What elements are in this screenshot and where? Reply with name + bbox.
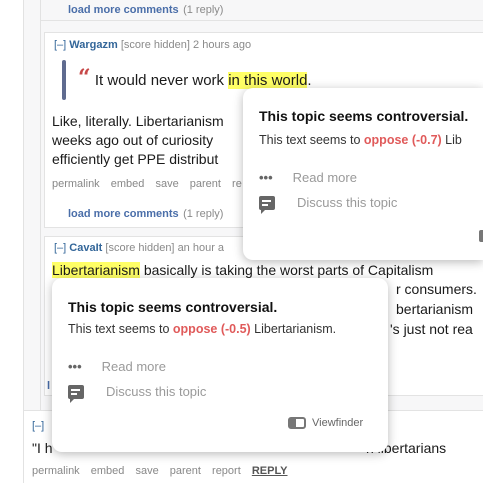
score-label: [score hidden] bbox=[105, 242, 175, 254]
timestamp: 2 hours ago bbox=[193, 39, 252, 51]
popup-title: This topic seems controversial. bbox=[68, 299, 278, 315]
permalink-link[interactable]: permalink bbox=[32, 465, 80, 477]
comment-body-line-1: Libertarianism basically is taking the w… bbox=[52, 261, 433, 279]
author-link[interactable]: Wargazm bbox=[69, 39, 118, 51]
quote-bar bbox=[62, 60, 66, 100]
embed-link[interactable]: embed bbox=[111, 178, 145, 190]
desc-after: Lib bbox=[441, 133, 462, 147]
comment-header-cavait: [–] CavaIt [score hidden] an hour a bbox=[54, 242, 224, 254]
comment-actions-wargazm: permalink embed save parent re bbox=[52, 178, 250, 190]
comment-actions-bottom: permalink embed save parent report REPLY bbox=[32, 465, 296, 477]
reply-button[interactable]: REPLY bbox=[252, 465, 288, 477]
comment-body-start: "I h bbox=[32, 440, 53, 456]
chat-icon bbox=[259, 195, 275, 214]
quote-mark-icon: “ bbox=[78, 65, 91, 91]
popup-description: This text seems to oppose (-0.7) Lib bbox=[259, 133, 462, 147]
desc-before: This text seems to bbox=[259, 133, 364, 147]
collapse-toggle[interactable]: [–] bbox=[54, 39, 66, 51]
viewfinder-toggle[interactable]: Viewfinder bbox=[288, 417, 363, 429]
discuss-row[interactable]: Discuss this topic bbox=[259, 195, 397, 214]
chat-icon bbox=[68, 384, 84, 403]
discuss-link[interactable]: Discuss this topic bbox=[106, 384, 206, 399]
quote-text-before: It would never work bbox=[94, 72, 229, 89]
author-link[interactable]: CavaIt bbox=[69, 242, 102, 254]
stray-link-fragment[interactable]: l bbox=[47, 380, 50, 392]
comment-header-wargazm: [–] Wargazm [score hidden] 2 hours ago bbox=[54, 39, 251, 51]
more-dots-icon: ••• bbox=[259, 170, 273, 185]
blockquote: “ It would never work in this world. bbox=[78, 67, 312, 90]
save-link[interactable]: save bbox=[135, 465, 158, 477]
read-more-link[interactable]: Read more bbox=[293, 170, 357, 185]
controversy-popup-right: This topic seems controversial. This tex… bbox=[243, 88, 483, 260]
comment-body-fragment-4: 's just not rea bbox=[390, 321, 473, 337]
comment-body-line-3: efficiently get PPE distribut bbox=[52, 151, 219, 167]
load-more-top[interactable]: load more comments (1 reply) bbox=[68, 0, 223, 18]
parent-link[interactable]: parent bbox=[190, 178, 221, 190]
divider bbox=[41, 20, 483, 21]
comment-body-fragment-3: bertarianism bbox=[396, 301, 474, 317]
report-link[interactable]: re bbox=[232, 178, 242, 190]
discuss-row[interactable]: Discuss this topic bbox=[68, 384, 206, 403]
read-more-link[interactable]: Read more bbox=[102, 359, 166, 374]
save-link[interactable]: save bbox=[155, 178, 178, 190]
score-label: [score hidden] bbox=[120, 39, 190, 51]
viewfinder-label[interactable]: Viewfinder bbox=[312, 417, 363, 429]
desc-after: Libertarianism. bbox=[250, 322, 337, 336]
discuss-link[interactable]: Discuss this topic bbox=[297, 195, 397, 210]
load-more-count: (1 reply) bbox=[183, 4, 224, 16]
permalink-link[interactable]: permalink bbox=[52, 178, 100, 190]
controversy-popup-left: This topic seems controversial. This tex… bbox=[52, 278, 388, 452]
more-dots-icon: ••• bbox=[68, 359, 82, 374]
load-more-wargazm[interactable]: load more comments (1 reply) bbox=[68, 204, 223, 222]
highlighted-topic[interactable]: Libertarianism bbox=[52, 262, 140, 278]
parent-link[interactable]: parent bbox=[170, 465, 201, 477]
oppose-score: oppose (-0.5) bbox=[172, 322, 251, 336]
comment-body-line-1: Like, literally. Libertarianism bbox=[52, 113, 224, 129]
toggle-label[interactable]: [–] bbox=[32, 420, 44, 432]
comment-body-line-2: weeks ago out of curiosity bbox=[52, 132, 214, 148]
load-more-link[interactable]: load more comments bbox=[68, 208, 179, 220]
popup-title: This topic seems controversial. bbox=[259, 108, 469, 124]
embed-link[interactable]: embed bbox=[91, 465, 125, 477]
viewfinder-toggle-icon[interactable] bbox=[288, 417, 306, 429]
oppose-score: oppose (-0.7) bbox=[363, 133, 442, 147]
report-link[interactable]: report bbox=[212, 465, 241, 477]
comment-body-fragment-2: r consumers. bbox=[396, 281, 477, 297]
read-more-row[interactable]: ••• Read more bbox=[68, 359, 166, 374]
quote-highlight[interactable]: in this world bbox=[228, 72, 308, 89]
timestamp: an hour a bbox=[177, 242, 225, 254]
load-more-link[interactable]: load more comments bbox=[68, 4, 179, 16]
desc-before: This text seems to bbox=[68, 322, 173, 336]
load-more-count: (1 reply) bbox=[183, 208, 224, 220]
quote-text-after: . bbox=[307, 72, 312, 89]
body-rest: basically is taking the worst parts of C… bbox=[139, 262, 434, 278]
collapse-toggle[interactable]: [–] bbox=[54, 242, 66, 254]
thread-rail-inner bbox=[40, 0, 41, 410]
collapse-toggle[interactable]: [–] bbox=[32, 420, 44, 432]
viewfinder-toggle-icon[interactable] bbox=[479, 230, 483, 242]
popup-description: This text seems to oppose (-0.5) Liberta… bbox=[68, 322, 336, 336]
read-more-row[interactable]: ••• Read more bbox=[259, 170, 357, 185]
